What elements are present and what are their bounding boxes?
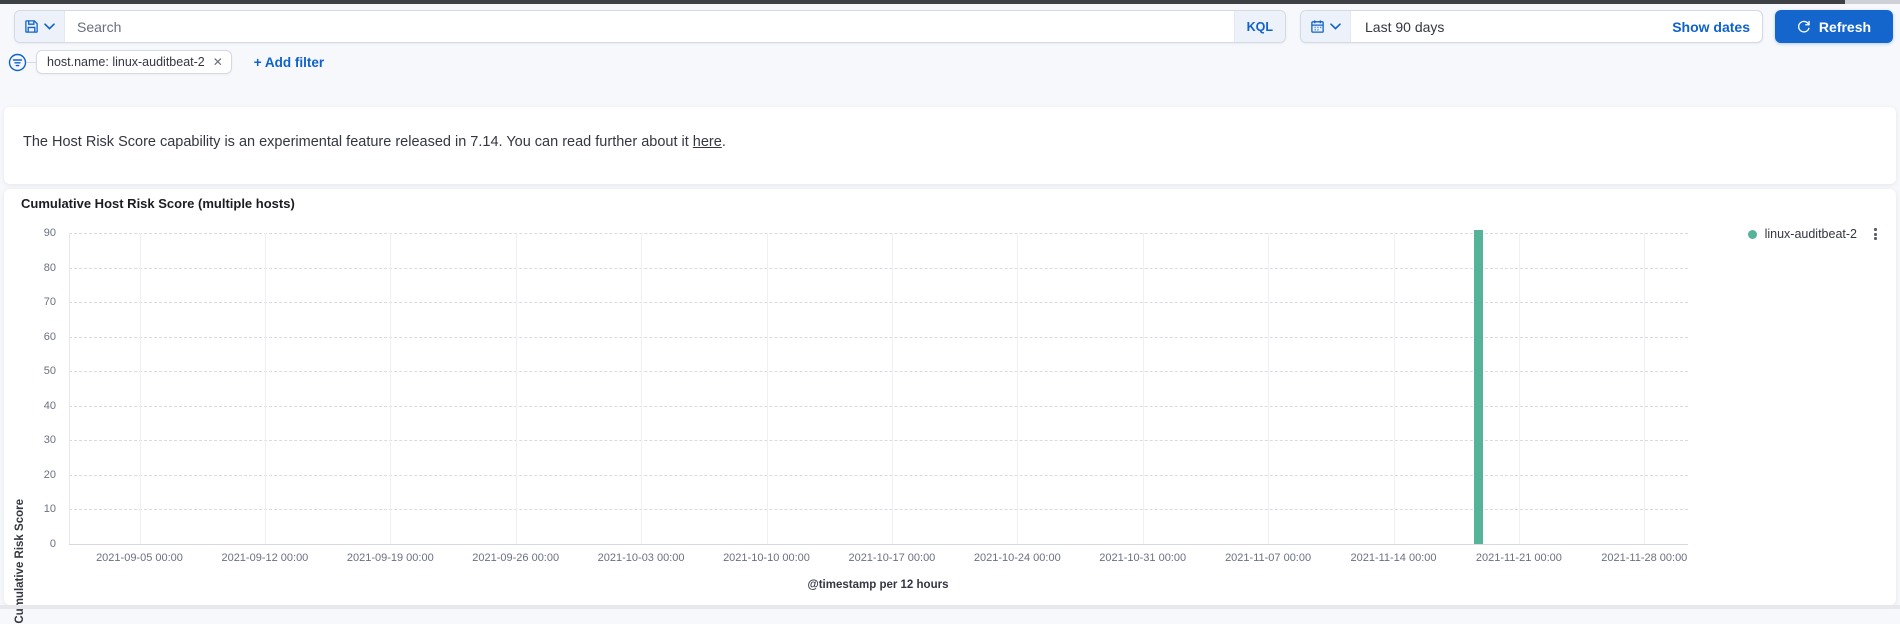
y-axis-tick-label: 10 — [43, 503, 56, 516]
y-axis-line — [69, 233, 70, 544]
date-quick-menu-button[interactable] — [1301, 11, 1351, 42]
risk-score-chart-panel: Cumulative Host Risk Score (multiple hos… — [4, 189, 1896, 624]
vertical-gridline — [766, 233, 768, 544]
horizontal-gridline — [69, 440, 1688, 442]
vertical-gridline — [641, 233, 643, 544]
refresh-icon — [1797, 20, 1811, 34]
legend-series-label: linux-auditbeat-2 — [1764, 227, 1857, 241]
x-axis-tick-label: 2021-09-05 00:00 — [96, 552, 183, 564]
vertical-gridline — [1142, 233, 1144, 544]
filter-bar: host.name: linux-auditbeat-2 ✕ + Add fil… — [0, 49, 324, 75]
calendar-icon — [1310, 19, 1325, 34]
horizontal-gridline — [69, 232, 1688, 234]
y-axis-tick-label: 30 — [43, 434, 56, 447]
y-axis-tick-label: 80 — [43, 261, 56, 274]
vertical-gridline — [390, 233, 392, 544]
experimental-notice-panel: The Host Risk Score capability is an exp… — [4, 107, 1896, 184]
experimental-notice-text: The Host Risk Score capability is an exp… — [23, 134, 726, 150]
show-dates-button[interactable]: Show dates — [1660, 11, 1762, 42]
horizontal-gridline — [69, 302, 1688, 304]
x-axis-line — [69, 544, 1688, 545]
notice-here-link[interactable]: here — [693, 134, 722, 150]
filter-options-icon[interactable] — [8, 53, 27, 72]
horizontal-gridline — [69, 371, 1688, 373]
page-bottom-strip — [0, 605, 1900, 609]
time-range-value[interactable]: Last 90 days — [1351, 11, 1660, 42]
saved-query-menu-button[interactable] — [15, 11, 65, 42]
date-picker: Last 90 days Show dates — [1300, 10, 1763, 43]
browser-top-strip-end — [1845, 0, 1900, 4]
x-axis-tick-label: 2021-10-17 00:00 — [848, 552, 936, 564]
horizontal-gridline — [69, 509, 1688, 511]
legend-item[interactable]: linux-auditbeat-2 — [1747, 227, 1857, 241]
filter-pill-label: host.name: linux-auditbeat-2 — [47, 55, 205, 69]
x-axis-tick-label: 2021-10-03 00:00 — [597, 552, 685, 564]
x-axis-tick-label: 2021-11-07 00:00 — [1225, 552, 1312, 564]
notice-text-before: The Host Risk Score capability is an exp… — [23, 134, 693, 150]
y-axis-tick-label: 90 — [43, 226, 56, 239]
vertical-gridline — [139, 233, 141, 544]
refresh-button[interactable]: Refresh — [1775, 10, 1893, 43]
y-axis-tick-label: 60 — [43, 330, 56, 343]
x-axis-title: @timestamp per 12 hours — [807, 579, 949, 591]
horizontal-gridline — [69, 336, 1688, 338]
kql-language-button[interactable]: KQL — [1233, 11, 1285, 42]
x-axis-tick-label: 2021-10-24 00:00 — [973, 552, 1061, 564]
y-axis-tick-label: 0 — [49, 538, 56, 550]
vertical-gridline — [1644, 233, 1646, 544]
legend-actions-icon[interactable] — [1871, 225, 1880, 243]
legend-series-dot — [1747, 229, 1757, 239]
x-axis-tick-label: 2021-09-26 00:00 — [472, 552, 560, 564]
save-icon — [24, 19, 39, 34]
vertical-gridline — [1017, 233, 1019, 544]
add-filter-button[interactable]: + Add filter — [254, 55, 324, 70]
chevron-down-icon — [1330, 23, 1341, 30]
notice-text-after: . — [721, 134, 726, 150]
x-axis-tick-label: 2021-10-10 00:00 — [723, 552, 810, 564]
horizontal-gridline — [69, 405, 1688, 407]
vertical-gridline — [1518, 233, 1520, 544]
x-axis-tick-label: 2021-11-14 00:00 — [1350, 552, 1437, 564]
y-axis-tick-label: 40 — [43, 399, 56, 412]
plot-area: 90 80 70 60 50 40 30 20 10 0 2021-09-05 00:00 2021-… — [4, 189, 1896, 605]
search-input[interactable] — [65, 11, 1234, 42]
filter-pill[interactable]: host.name: linux-auditbeat-2 ✕ — [36, 50, 232, 74]
x-axis-tick-label: 2021-11-28 00:00 — [1601, 552, 1688, 564]
vertical-gridline — [264, 233, 266, 544]
y-axis-tick-label: 70 — [43, 296, 56, 309]
x-axis-tick-label: 2021-10-31 00:00 — [1099, 552, 1187, 564]
refresh-label: Refresh — [1818, 18, 1872, 35]
horizontal-gridline — [69, 474, 1688, 476]
search-bar: KQL — [14, 10, 1286, 43]
filter-connector — [27, 61, 36, 63]
remove-filter-icon[interactable]: ✕ — [209, 55, 227, 69]
y-axis-tick-label: 50 — [43, 365, 56, 378]
browser-top-strip — [0, 0, 1845, 4]
chart-legend: linux-auditbeat-2 — [1747, 225, 1880, 243]
chevron-down-icon — [44, 23, 55, 30]
x-axis-tick-label: 2021-11-21 00:00 — [1475, 552, 1562, 564]
vertical-gridline — [1268, 233, 1270, 544]
vertical-gridline — [515, 233, 517, 544]
query-bar: KQL Last 90 days Show dates — [0, 10, 1900, 43]
vertical-gridline — [1393, 233, 1395, 544]
y-axis-tick-label: 20 — [43, 468, 56, 481]
risk-score-bar[interactable] — [1474, 229, 1484, 544]
x-axis-tick-label: 2021-09-12 00:00 — [221, 552, 309, 564]
horizontal-gridline — [69, 267, 1688, 269]
x-axis-tick-label: 2021-09-19 00:00 — [346, 552, 434, 564]
vertical-gridline — [891, 233, 893, 544]
